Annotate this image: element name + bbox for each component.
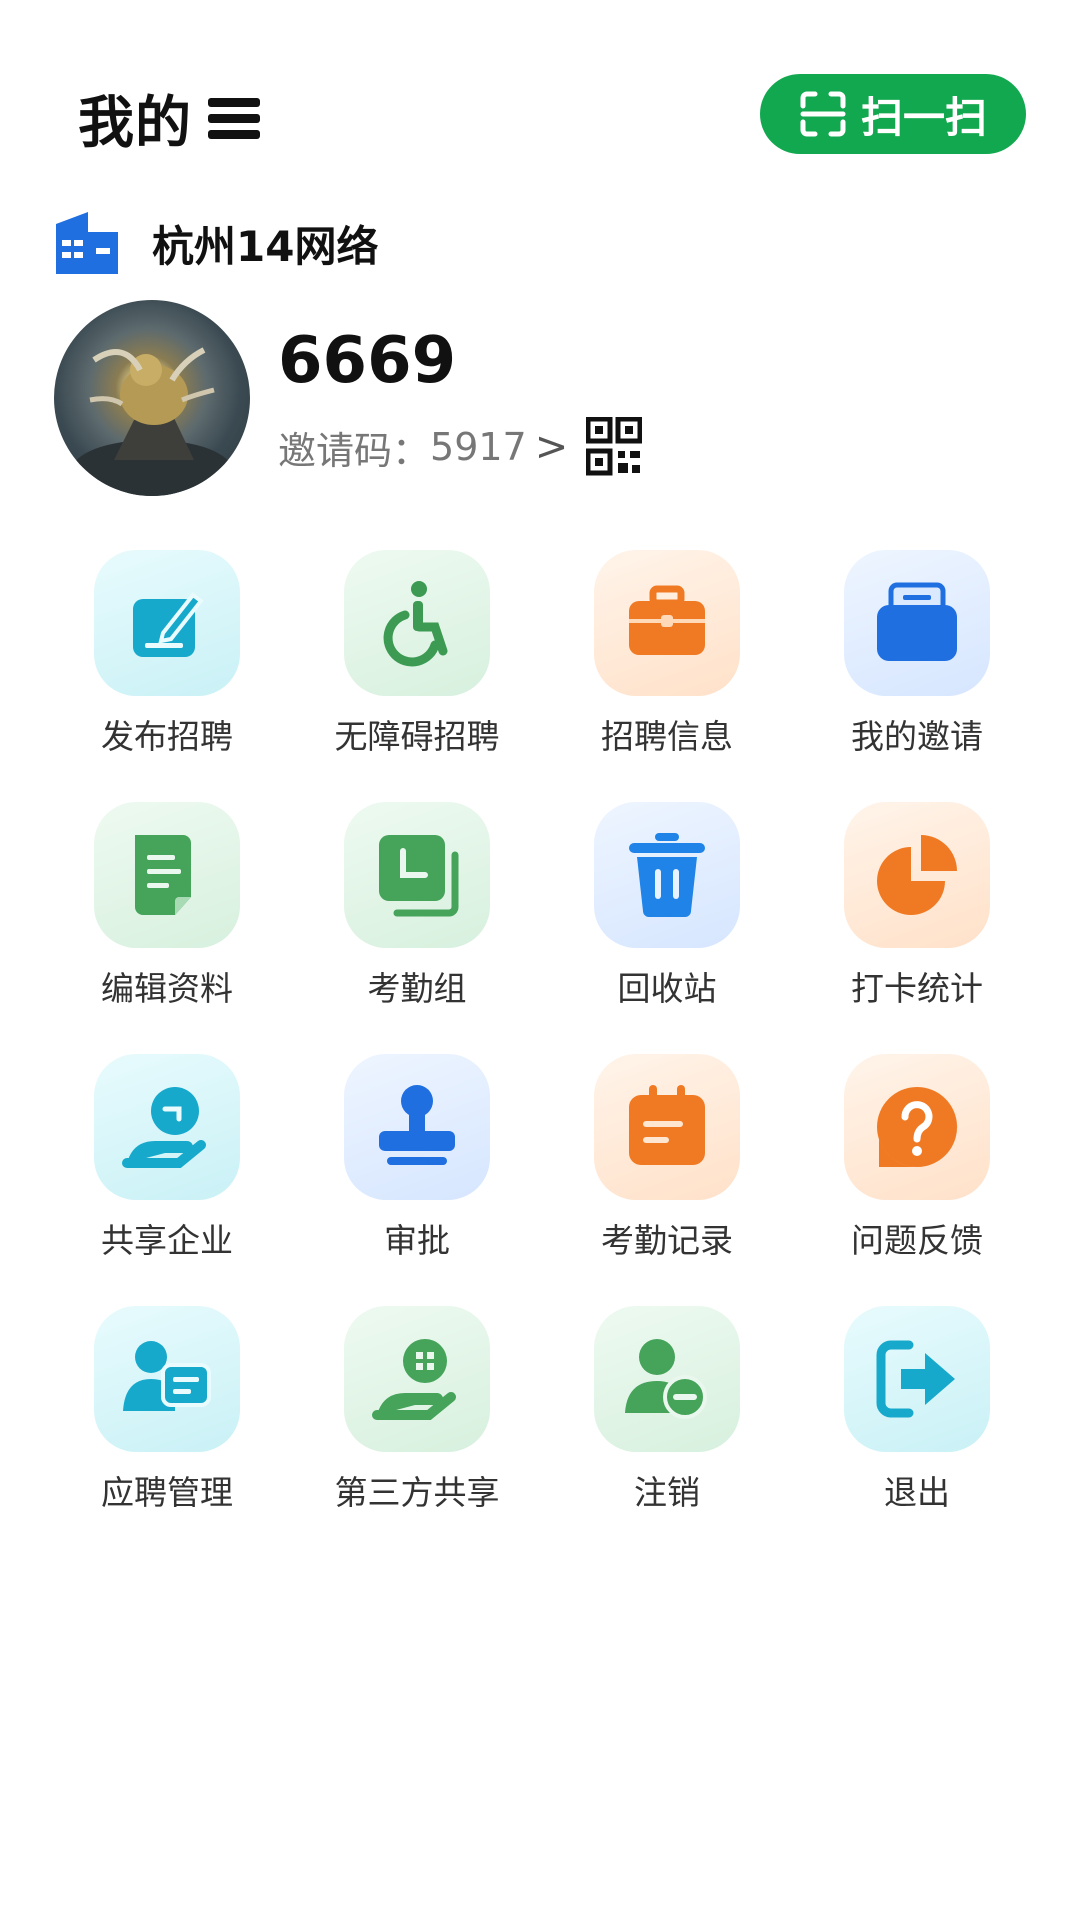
menu-label: 我的邀请 — [851, 717, 983, 756]
menu-label: 审批 — [384, 1221, 450, 1260]
menu-item-approval[interactable]: 审批 — [292, 1054, 542, 1274]
calendar-icon — [629, 1085, 705, 1165]
menu-item-attendance-record[interactable]: 考勤记录 — [542, 1054, 792, 1274]
user-chat-icon — [123, 1341, 211, 1411]
menu-item-publish-job[interactable]: 发布招聘 — [42, 550, 292, 770]
menu-label: 招聘信息 — [601, 717, 733, 756]
edit-icon — [133, 592, 204, 657]
menu-label: 发布招聘 — [101, 717, 233, 756]
inbox-icon — [877, 582, 957, 661]
menu-item-third-party-share[interactable]: 第三方共享 — [292, 1306, 542, 1526]
menu-label: 考勤记录 — [601, 1221, 733, 1260]
stamp-icon — [379, 1085, 455, 1165]
qr-code-icon[interactable] — [586, 417, 643, 477]
building-icon — [56, 212, 118, 274]
menu-label: 共享企业 — [101, 1221, 233, 1260]
menu-item-edit-profile[interactable]: 编辑资料 — [42, 802, 292, 1022]
avatar[interactable] — [54, 300, 250, 496]
profile-card: 6669 邀请码： 5917 > — [54, 300, 1054, 500]
page-title: 我的 — [78, 78, 262, 159]
menu-item-recycle-bin[interactable]: 回收站 — [542, 802, 792, 1022]
menu-label: 注销 — [634, 1473, 700, 1512]
scan-label: 扫一扫 — [860, 92, 987, 142]
logout-icon — [876, 1340, 955, 1418]
hand-share-icon — [122, 1087, 206, 1168]
menu-item-attendance-group[interactable]: 考勤组 — [292, 802, 542, 1022]
company-name: 杭州14网络 — [152, 221, 379, 271]
layers-clock-icon — [379, 835, 459, 917]
user-remove-icon — [625, 1339, 707, 1419]
menu-label: 打卡统计 — [851, 969, 983, 1008]
scan-button[interactable]: 扫一扫 — [760, 74, 1026, 154]
menu-label: 第三方共享 — [334, 1473, 500, 1512]
menu-label: 问题反馈 — [851, 1221, 983, 1260]
menu-label: 无障碍招聘 — [334, 717, 500, 756]
document-icon — [135, 835, 191, 915]
menu-item-shared-company[interactable]: 共享企业 — [42, 1054, 292, 1274]
briefcase-icon — [629, 585, 705, 655]
chevron-right-icon: > — [534, 424, 569, 470]
menu-item-checkin-stats[interactable]: 打卡统计 — [792, 802, 1042, 1022]
username: 6669 — [278, 324, 457, 398]
menu-item-logout[interactable]: 退出 — [792, 1306, 1042, 1526]
company-row[interactable]: 杭州14网络 — [52, 208, 378, 278]
menu-label: 退出 — [884, 1473, 950, 1512]
menu-item-my-invites[interactable]: 我的邀请 — [792, 550, 1042, 770]
header: 我的 扫一扫 — [0, 0, 1080, 170]
menu-label: 考勤组 — [367, 969, 467, 1008]
menu-label: 编辑资料 — [101, 969, 233, 1008]
menu-item-job-info[interactable]: 招聘信息 — [542, 550, 792, 770]
question-icon — [877, 1086, 958, 1167]
invite-code-row[interactable]: 邀请码： 5917 > — [278, 414, 643, 480]
menu-item-feedback[interactable]: 问题反馈 — [792, 1054, 1042, 1274]
page-title-text: 我的 — [78, 91, 192, 156]
wheelchair-icon — [383, 581, 448, 667]
trash-icon — [629, 833, 705, 917]
menu-label: 应聘管理 — [101, 1473, 233, 1512]
menu-item-application-management[interactable]: 应聘管理 — [42, 1306, 292, 1526]
menu-label: 回收站 — [617, 969, 717, 1008]
menu-item-accessible-job[interactable]: 无障碍招聘 — [292, 550, 542, 770]
invite-code-value: 5917 — [430, 425, 527, 469]
pie-chart-icon — [877, 835, 957, 915]
avatar-image — [72, 347, 232, 496]
menu-item-deregister[interactable]: 注销 — [542, 1306, 792, 1526]
scan-icon — [800, 91, 846, 137]
invite-code-label: 邀请码： — [278, 428, 431, 473]
menu-icon[interactable] — [206, 94, 262, 144]
hand-grid-icon — [372, 1339, 456, 1420]
